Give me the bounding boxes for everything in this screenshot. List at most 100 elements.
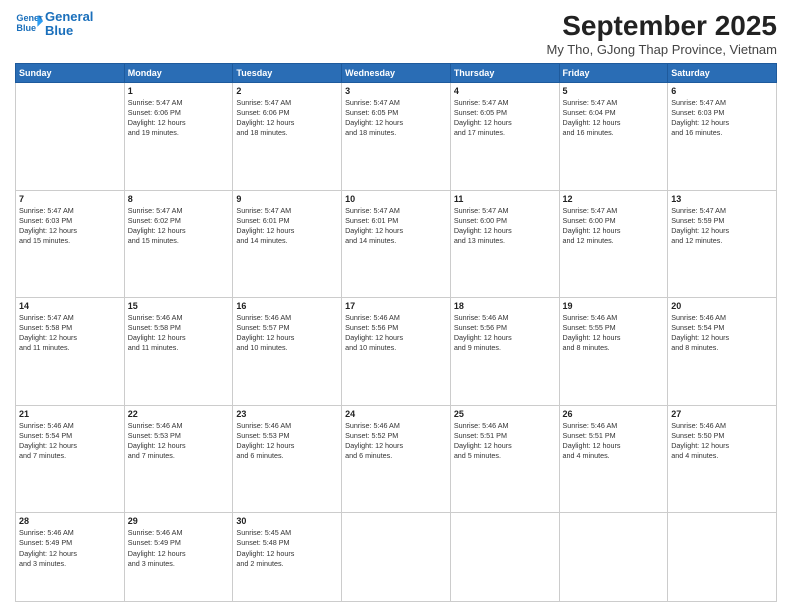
day-info: Sunrise: 5:47 AMSunset: 6:01 PMDaylight:… — [345, 206, 447, 246]
main-title: September 2025 — [546, 10, 777, 42]
header: General Blue General Blue September 2025… — [15, 10, 777, 57]
day-number: 30 — [236, 516, 338, 526]
weekday-header-row: SundayMondayTuesdayWednesdayThursdayFrid… — [16, 64, 777, 83]
calendar-cell: 28 Sunrise: 5:46 AMSunset: 5:49 PMDayligh… — [16, 513, 125, 602]
day-info: Sunrise: 5:46 AMSunset: 5:53 PMDaylight:… — [128, 421, 230, 461]
day-info: Sunrise: 5:46 AMSunset: 5:55 PMDaylight:… — [563, 313, 665, 353]
day-number: 4 — [454, 86, 556, 96]
calendar-cell: 25 Sunrise: 5:46 AMSunset: 5:51 PMDayligh… — [450, 405, 559, 513]
day-number: 21 — [19, 409, 121, 419]
calendar-cell — [668, 513, 777, 602]
calendar-cell: 19 Sunrise: 5:46 AMSunset: 5:55 PMDayligh… — [559, 298, 668, 406]
day-number: 10 — [345, 194, 447, 204]
day-info: Sunrise: 5:47 AMSunset: 5:58 PMDaylight:… — [19, 313, 121, 353]
day-number: 7 — [19, 194, 121, 204]
day-info: Sunrise: 5:47 AMSunset: 6:03 PMDaylight:… — [19, 206, 121, 246]
calendar-cell: 7 Sunrise: 5:47 AMSunset: 6:03 PMDaylight… — [16, 190, 125, 298]
calendar-week-3: 14 Sunrise: 5:47 AMSunset: 5:58 PMDayligh… — [16, 298, 777, 406]
calendar-cell — [342, 513, 451, 602]
calendar-week-5: 28 Sunrise: 5:46 AMSunset: 5:49 PMDayligh… — [16, 513, 777, 602]
calendar-cell: 30 Sunrise: 5:45 AMSunset: 5:48 PMDayligh… — [233, 513, 342, 602]
day-info: Sunrise: 5:47 AMSunset: 6:06 PMDaylight:… — [236, 98, 338, 138]
day-number: 26 — [563, 409, 665, 419]
day-info: Sunrise: 5:46 AMSunset: 5:49 PMDaylight:… — [19, 528, 121, 568]
day-number: 3 — [345, 86, 447, 96]
day-info: Sunrise: 5:46 AMSunset: 5:54 PMDaylight:… — [19, 421, 121, 461]
day-info: Sunrise: 5:47 AMSunset: 6:04 PMDaylight:… — [563, 98, 665, 138]
day-number: 2 — [236, 86, 338, 96]
calendar-cell: 17 Sunrise: 5:46 AMSunset: 5:56 PMDayligh… — [342, 298, 451, 406]
calendar-cell: 10 Sunrise: 5:47 AMSunset: 6:01 PMDayligh… — [342, 190, 451, 298]
logo-blue: Blue — [45, 24, 93, 38]
weekday-header-wednesday: Wednesday — [342, 64, 451, 83]
calendar-cell: 22Sunrise: 5:46 AMSunset: 5:53 PMDayligh… — [124, 405, 233, 513]
calendar-cell: 4 Sunrise: 5:47 AMSunset: 6:05 PMDaylight… — [450, 83, 559, 191]
day-number: 16 — [236, 301, 338, 311]
page: General Blue General Blue September 2025… — [0, 0, 792, 612]
calendar-cell: 18 Sunrise: 5:46 AMSunset: 5:56 PMDayligh… — [450, 298, 559, 406]
calendar-cell — [450, 513, 559, 602]
calendar-cell: 29Sunrise: 5:46 AMSunset: 5:49 PMDayligh… — [124, 513, 233, 602]
day-number: 25 — [454, 409, 556, 419]
logo-icon: General Blue — [15, 10, 43, 38]
day-number: 17 — [345, 301, 447, 311]
day-info: Sunrise: 5:46 AMSunset: 5:50 PMDaylight:… — [671, 421, 773, 461]
weekday-header-tuesday: Tuesday — [233, 64, 342, 83]
title-block: September 2025 My Tho, GJong Thap Provin… — [546, 10, 777, 57]
day-info: Sunrise: 5:46 AMSunset: 5:56 PMDaylight:… — [345, 313, 447, 353]
calendar-cell: 8 Sunrise: 5:47 AMSunset: 6:02 PMDaylight… — [124, 190, 233, 298]
day-number: 29 — [128, 516, 230, 526]
day-number: 24 — [345, 409, 447, 419]
weekday-header-thursday: Thursday — [450, 64, 559, 83]
day-number: 27 — [671, 409, 773, 419]
calendar-cell: 5Sunrise: 5:47 AMSunset: 6:04 PMDaylight… — [559, 83, 668, 191]
calendar-week-1: 1Sunrise: 5:47 AMSunset: 6:06 PMDaylight… — [16, 83, 777, 191]
day-info: Sunrise: 5:47 AMSunset: 6:06 PMDaylight:… — [128, 98, 230, 138]
calendar-cell: 9 Sunrise: 5:47 AMSunset: 6:01 PMDaylight… — [233, 190, 342, 298]
day-info: Sunrise: 5:47 AMSunset: 6:02 PMDaylight:… — [128, 206, 230, 246]
weekday-header-saturday: Saturday — [668, 64, 777, 83]
day-number: 12 — [563, 194, 665, 204]
day-number: 23 — [236, 409, 338, 419]
calendar-cell: 1Sunrise: 5:47 AMSunset: 6:06 PMDaylight… — [124, 83, 233, 191]
day-info: Sunrise: 5:47 AMSunset: 6:05 PMDaylight:… — [454, 98, 556, 138]
calendar-table: SundayMondayTuesdayWednesdayThursdayFrid… — [15, 63, 777, 602]
day-info: Sunrise: 5:46 AMSunset: 5:51 PMDaylight:… — [563, 421, 665, 461]
svg-text:Blue: Blue — [16, 23, 36, 33]
logo: General Blue General Blue — [15, 10, 93, 39]
day-info: Sunrise: 5:47 AMSunset: 6:03 PMDaylight:… — [671, 98, 773, 138]
day-info: Sunrise: 5:46 AMSunset: 5:53 PMDaylight:… — [236, 421, 338, 461]
calendar-cell: 26 Sunrise: 5:46 AMSunset: 5:51 PMDayligh… — [559, 405, 668, 513]
day-info: Sunrise: 5:46 AMSunset: 5:58 PMDaylight:… — [128, 313, 230, 353]
day-number: 19 — [563, 301, 665, 311]
day-number: 15 — [128, 301, 230, 311]
calendar-week-2: 7 Sunrise: 5:47 AMSunset: 6:03 PMDaylight… — [16, 190, 777, 298]
day-info: Sunrise: 5:47 AMSunset: 6:01 PMDaylight:… — [236, 206, 338, 246]
day-info: Sunrise: 5:46 AMSunset: 5:56 PMDaylight:… — [454, 313, 556, 353]
day-number: 14 — [19, 301, 121, 311]
calendar-cell: 23 Sunrise: 5:46 AMSunset: 5:53 PMDayligh… — [233, 405, 342, 513]
calendar-cell: 27 Sunrise: 5:46 AMSunset: 5:50 PMDayligh… — [668, 405, 777, 513]
day-info: Sunrise: 5:46 AMSunset: 5:57 PMDaylight:… — [236, 313, 338, 353]
day-number: 11 — [454, 194, 556, 204]
day-info: Sunrise: 5:46 AMSunset: 5:52 PMDaylight:… — [345, 421, 447, 461]
calendar-cell: 20Sunrise: 5:46 AMSunset: 5:54 PMDayligh… — [668, 298, 777, 406]
day-info: Sunrise: 5:45 AMSunset: 5:48 PMDaylight:… — [236, 528, 338, 568]
calendar-cell — [559, 513, 668, 602]
calendar-cell: 11 Sunrise: 5:47 AMSunset: 6:00 PMDayligh… — [450, 190, 559, 298]
calendar-week-4: 21 Sunrise: 5:46 AMSunset: 5:54 PMDayligh… — [16, 405, 777, 513]
day-info: Sunrise: 5:46 AMSunset: 5:54 PMDaylight:… — [671, 313, 773, 353]
calendar-cell: 3Sunrise: 5:47 AMSunset: 6:05 PMDaylight… — [342, 83, 451, 191]
calendar-cell: 16 Sunrise: 5:46 AMSunset: 5:57 PMDayligh… — [233, 298, 342, 406]
calendar-cell: 13Sunrise: 5:47 AMSunset: 5:59 PMDayligh… — [668, 190, 777, 298]
day-number: 18 — [454, 301, 556, 311]
calendar-cell: 14 Sunrise: 5:47 AMSunset: 5:58 PMDayligh… — [16, 298, 125, 406]
day-info: Sunrise: 5:46 AMSunset: 5:51 PMDaylight:… — [454, 421, 556, 461]
calendar-cell: 15 Sunrise: 5:46 AMSunset: 5:58 PMDayligh… — [124, 298, 233, 406]
day-number: 8 — [128, 194, 230, 204]
subtitle: My Tho, GJong Thap Province, Vietnam — [546, 42, 777, 57]
day-number: 28 — [19, 516, 121, 526]
day-number: 9 — [236, 194, 338, 204]
day-info: Sunrise: 5:47 AMSunset: 6:00 PMDaylight:… — [454, 206, 556, 246]
calendar-cell — [16, 83, 125, 191]
